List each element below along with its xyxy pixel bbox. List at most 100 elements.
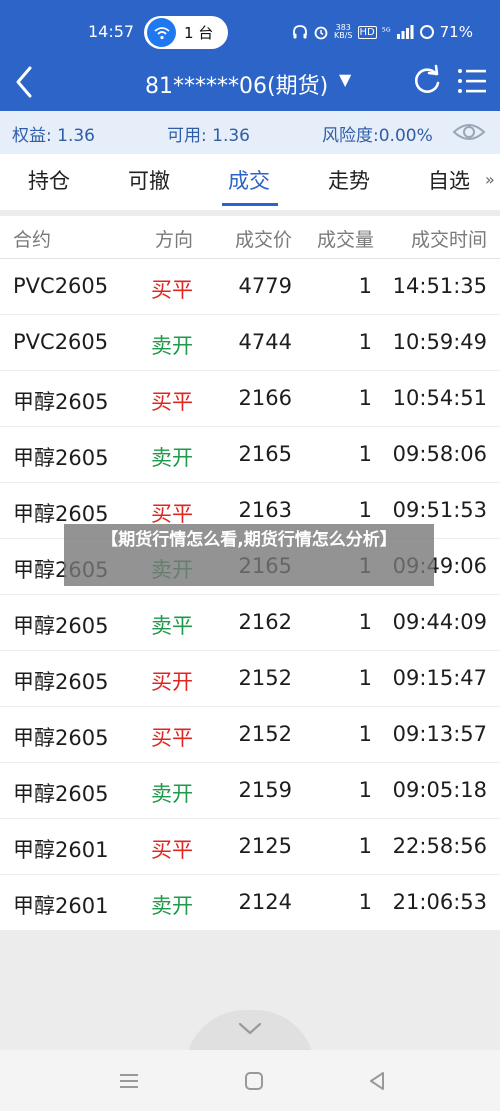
cell-qty: 1 <box>358 722 372 746</box>
risk-value: 风险度:0.00% <box>322 126 433 146</box>
cell-price: 2162 <box>238 610 292 634</box>
cell-price: 2124 <box>238 890 292 914</box>
tab-cancelable[interactable]: 可撤 <box>128 165 170 195</box>
status-time: 14:57 <box>88 22 135 41</box>
chevron-down-icon[interactable] <box>238 1022 262 1036</box>
cell-price: 2163 <box>238 498 292 522</box>
back-nav-icon[interactable] <box>366 1070 388 1092</box>
tab-more-icon[interactable]: » <box>485 170 495 189</box>
status-bar: 14:57 1 台 383 KB/S HD ⁵ᴳ 71% <box>0 0 500 62</box>
table-row[interactable]: 甲醇2605 卖平 2162 1 09:44:09 <box>0 595 500 651</box>
recent-apps-icon[interactable] <box>118 1070 140 1092</box>
header-qty: 成交量 <box>316 229 374 251</box>
back-arrow-icon[interactable] <box>10 62 40 102</box>
tab-trend[interactable]: 走势 <box>328 165 370 195</box>
cell-contract: 甲醇2605 <box>13 726 109 750</box>
table-row[interactable]: PVC2605 卖开 4744 1 10:59:49 <box>0 315 500 371</box>
account-dropdown-caret-icon[interactable]: ▼ <box>339 70 351 89</box>
cell-direction: 卖平 <box>151 614 193 638</box>
cell-direction: 卖开 <box>151 782 193 806</box>
cell-time: 09:44:09 <box>392 610 487 634</box>
cell-qty: 1 <box>358 778 372 802</box>
cell-qty: 1 <box>358 442 372 466</box>
table-row[interactable]: 甲醇2605 买平 2166 1 10:54:51 <box>0 371 500 427</box>
cell-direction: 买平 <box>151 278 193 302</box>
cell-time: 10:54:51 <box>392 386 487 410</box>
hotspot-pill[interactable]: 1 台 <box>144 16 228 49</box>
cell-contract: 甲醇2605 <box>13 614 109 638</box>
top-bar: 14:57 1 台 383 KB/S HD ⁵ᴳ 71% 81******06(… <box>0 0 500 111</box>
cell-direction: 买平 <box>151 390 193 414</box>
cell-time: 09:13:57 <box>392 722 487 746</box>
wifi-hotspot-icon <box>147 18 176 47</box>
cell-contract: 甲醇2605 <box>13 390 109 414</box>
cell-qty: 1 <box>358 834 372 858</box>
cell-price: 2165 <box>238 442 292 466</box>
cell-contract: PVC2605 <box>13 330 109 354</box>
cell-qty: 1 <box>358 890 372 914</box>
cell-price: 4744 <box>238 330 292 354</box>
cell-time: 09:15:47 <box>392 666 487 690</box>
cell-price: 2152 <box>238 722 292 746</box>
account-info-bar: 权益: 1.36 可用: 1.36 风险度:0.00% <box>0 111 500 154</box>
header-time: 成交时间 <box>410 229 487 251</box>
table-row[interactable]: PVC2605 买平 4779 1 14:51:35 <box>0 259 500 315</box>
signal-icon <box>396 25 414 39</box>
cell-direction: 卖开 <box>151 894 193 918</box>
active-tab-indicator <box>222 203 278 206</box>
account-title[interactable]: 81******06(期货) <box>145 68 328 100</box>
table-row[interactable]: 甲醇2601 卖开 2124 1 21:06:53 <box>0 875 500 931</box>
headphones-icon <box>293 25 307 39</box>
table-row[interactable]: 甲醇2605 买开 2152 1 09:15:47 <box>0 651 500 707</box>
table-row[interactable]: 甲醇2605 买平 2152 1 09:13:57 <box>0 707 500 763</box>
table-row[interactable]: 甲醇2601 买平 2125 1 22:58:56 <box>0 819 500 875</box>
tab-watchlist[interactable]: 自选 <box>428 165 470 195</box>
cell-time: 10:59:49 <box>392 330 487 354</box>
cell-price: 2152 <box>238 666 292 690</box>
cell-time: 09:51:53 <box>392 498 487 522</box>
battery-percent: 71% <box>439 23 473 41</box>
system-icons: 383 KB/S HD ⁵ᴳ 71% <box>292 22 473 42</box>
cell-time: 09:05:18 <box>392 778 487 802</box>
system-nav-bar <box>0 1050 500 1111</box>
cell-contract: 甲醇2601 <box>13 894 109 918</box>
hotspot-label: 1 台 <box>184 24 214 42</box>
available-value: 可用: 1.36 <box>167 126 250 146</box>
alarm-icon <box>314 26 328 40</box>
refresh-icon[interactable] <box>412 64 442 98</box>
cell-time: 09:58:06 <box>392 442 487 466</box>
cell-qty: 1 <box>358 610 372 634</box>
menu-list-icon[interactable] <box>456 65 488 97</box>
cell-direction: 买平 <box>151 838 193 862</box>
equity-value: 权益: 1.36 <box>12 126 95 146</box>
table-row[interactable]: 甲醇2605 卖开 2159 1 09:05:18 <box>0 763 500 819</box>
cell-price: 2125 <box>238 834 292 858</box>
tab-trades[interactable]: 成交 <box>228 165 270 195</box>
header-contract: 合约 <box>13 229 52 251</box>
cell-contract: 甲醇2605 <box>13 670 109 694</box>
cell-direction: 买平 <box>151 726 193 750</box>
cell-qty: 1 <box>358 330 372 354</box>
signal-5g: ⁵ᴳ <box>381 26 391 38</box>
cell-time: 21:06:53 <box>392 890 487 914</box>
cell-contract: 甲醇2605 <box>13 782 109 806</box>
eye-icon[interactable] <box>452 118 486 146</box>
cell-qty: 1 <box>358 498 372 522</box>
home-icon[interactable] <box>243 1070 265 1092</box>
cell-direction: 卖开 <box>151 446 193 470</box>
hd-icon: HD <box>357 25 377 39</box>
cell-contract: 甲醇2605 <box>13 446 109 470</box>
header-direction: 方向 <box>155 229 194 251</box>
table-header: 合约 方向 成交价 成交量 成交时间 <box>0 216 500 259</box>
title-bar: 81******06(期货) ▼ <box>0 56 500 108</box>
cell-price: 2166 <box>238 386 292 410</box>
table-row[interactable]: 甲醇2605 卖开 2165 1 09:58:06 <box>0 427 500 483</box>
tab-positions[interactable]: 持仓 <box>28 165 70 195</box>
cell-contract: PVC2605 <box>13 274 109 298</box>
cell-direction: 买开 <box>151 670 193 694</box>
tab-bar: 持仓 可撤 成交 走势 自选 » <box>0 154 500 210</box>
cell-qty: 1 <box>358 274 372 298</box>
cell-direction: 卖开 <box>151 334 193 358</box>
header-price: 成交价 <box>234 229 292 251</box>
cell-price: 2159 <box>238 778 292 802</box>
